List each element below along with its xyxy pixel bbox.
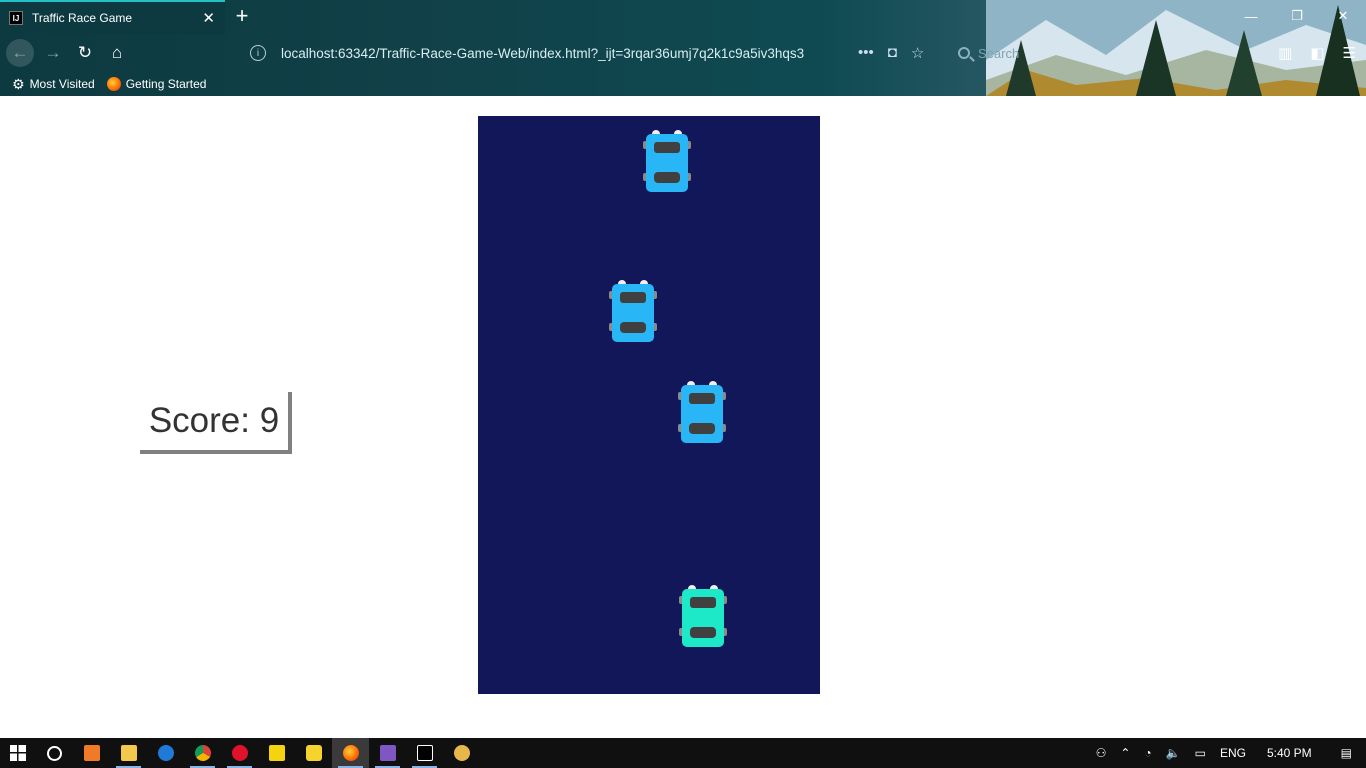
forward-arrow-icon[interactable]: → bbox=[39, 39, 67, 67]
bookmark-star-icon[interactable]: ☆ bbox=[911, 44, 924, 62]
visual-studio-icon[interactable] bbox=[369, 738, 406, 768]
url-text[interactable]: localhost:63342/Traffic-Race-Game-Web/in… bbox=[281, 46, 804, 61]
tab-bar: IJ Traffic Race Game ✕ + — ❐ ✕ bbox=[0, 0, 1366, 34]
library-icon[interactable]: ▥ bbox=[1278, 44, 1292, 62]
url-actions: ••• ◘ ☆ bbox=[858, 44, 924, 62]
search-placeholder: Search bbox=[978, 45, 1020, 61]
toolbar-icons: ▥ ◧ ☰ bbox=[1278, 44, 1356, 62]
intellij-taskbar-icon[interactable] bbox=[406, 738, 443, 768]
restore-icon[interactable]: ❐ bbox=[1274, 0, 1320, 32]
close-tab-icon[interactable]: ✕ bbox=[202, 9, 215, 27]
menu-icon[interactable]: ☰ bbox=[1343, 44, 1356, 62]
opera-icon[interactable] bbox=[221, 738, 258, 768]
sticky-notes-icon[interactable] bbox=[258, 738, 295, 768]
windows-start-icon[interactable] bbox=[0, 738, 36, 768]
score-label: Score: 9 bbox=[148, 401, 280, 440]
media-player-icon[interactable] bbox=[295, 738, 332, 768]
bookmark-label: Most Visited bbox=[29, 77, 95, 91]
tab-title: Traffic Race Game bbox=[32, 11, 133, 25]
volume-icon[interactable]: 🔈 bbox=[1166, 746, 1181, 760]
bookmark-label: Getting Started bbox=[125, 77, 207, 91]
site-info-icon[interactable]: i bbox=[250, 45, 266, 61]
clock[interactable]: 5:40 PM bbox=[1267, 746, 1312, 760]
intellij-favicon-icon: IJ bbox=[9, 11, 23, 25]
search-input[interactable]: Search bbox=[952, 39, 1152, 67]
back-arrow-icon[interactable]: ← bbox=[6, 39, 34, 67]
chrome-icon[interactable] bbox=[184, 738, 221, 768]
car-enemy-1 bbox=[643, 130, 691, 192]
firefox-icon bbox=[106, 77, 121, 91]
score-box: Score: 9 bbox=[140, 392, 292, 454]
browser-chrome: IJ Traffic Race Game ✕ + — ❐ ✕ ← → ↻ ⌂ i… bbox=[0, 0, 1366, 96]
system-tray: ⚇ ⌃ ◔ 🔈 ▭ ENG 5:40 PM ▤ bbox=[1089, 738, 1366, 768]
notifications-icon[interactable]: ▤ bbox=[1341, 746, 1352, 760]
file-explorer-icon[interactable] bbox=[110, 738, 147, 768]
windows-taskbar: ⚇ ⌃ ◔ 🔈 ▭ ENG 5:40 PM ▤ bbox=[0, 738, 1366, 768]
window-controls: — ❐ ✕ bbox=[1228, 0, 1366, 32]
people-icon[interactable]: ⚇ bbox=[1096, 746, 1107, 760]
firefox-taskbar-icon[interactable] bbox=[332, 738, 369, 768]
car-player[interactable] bbox=[678, 583, 728, 649]
minimize-icon[interactable]: — bbox=[1228, 0, 1274, 32]
reload-icon[interactable]: ↻ bbox=[71, 39, 99, 67]
pocket-icon[interactable]: ◘ bbox=[888, 44, 897, 62]
xampp-icon[interactable] bbox=[73, 738, 110, 768]
car-enemy-2 bbox=[609, 280, 657, 342]
page-actions-icon[interactable]: ••• bbox=[858, 44, 874, 62]
game-road[interactable] bbox=[478, 116, 820, 694]
address-bar[interactable]: i localhost:63342/Traffic-Race-Game-Web/… bbox=[244, 39, 964, 67]
edge-icon[interactable] bbox=[147, 738, 184, 768]
car-enemy-3 bbox=[678, 381, 726, 443]
navigation-bar: ← → ↻ ⌂ i localhost:63342/Traffic-Race-G… bbox=[0, 34, 1366, 72]
cortana-icon[interactable] bbox=[36, 738, 73, 768]
search-icon bbox=[958, 47, 970, 59]
close-window-icon[interactable]: ✕ bbox=[1320, 0, 1366, 32]
battery-icon[interactable]: ▭ bbox=[1195, 746, 1206, 760]
chevron-up-icon[interactable]: ⌃ bbox=[1120, 746, 1130, 760]
misc-app-icon[interactable] bbox=[443, 738, 480, 768]
bookmark-getting-started[interactable]: Getting Started bbox=[106, 77, 207, 91]
tab-traffic-race-game[interactable]: IJ Traffic Race Game ✕ bbox=[0, 0, 225, 34]
page-content: Score: 9 bbox=[0, 96, 1366, 738]
new-tab-button[interactable]: + bbox=[230, 3, 254, 29]
bookmarks-toolbar: ⚙ Most Visited Getting Started bbox=[0, 72, 1366, 96]
bookmark-most-visited[interactable]: ⚙ Most Visited bbox=[12, 76, 95, 93]
gear-icon: ⚙ bbox=[12, 75, 25, 92]
wifi-icon[interactable]: ◔ bbox=[1144, 746, 1151, 760]
sidebar-icon[interactable]: ◧ bbox=[1310, 44, 1324, 62]
home-icon[interactable]: ⌂ bbox=[103, 39, 131, 67]
language-indicator[interactable]: ENG bbox=[1220, 746, 1246, 760]
